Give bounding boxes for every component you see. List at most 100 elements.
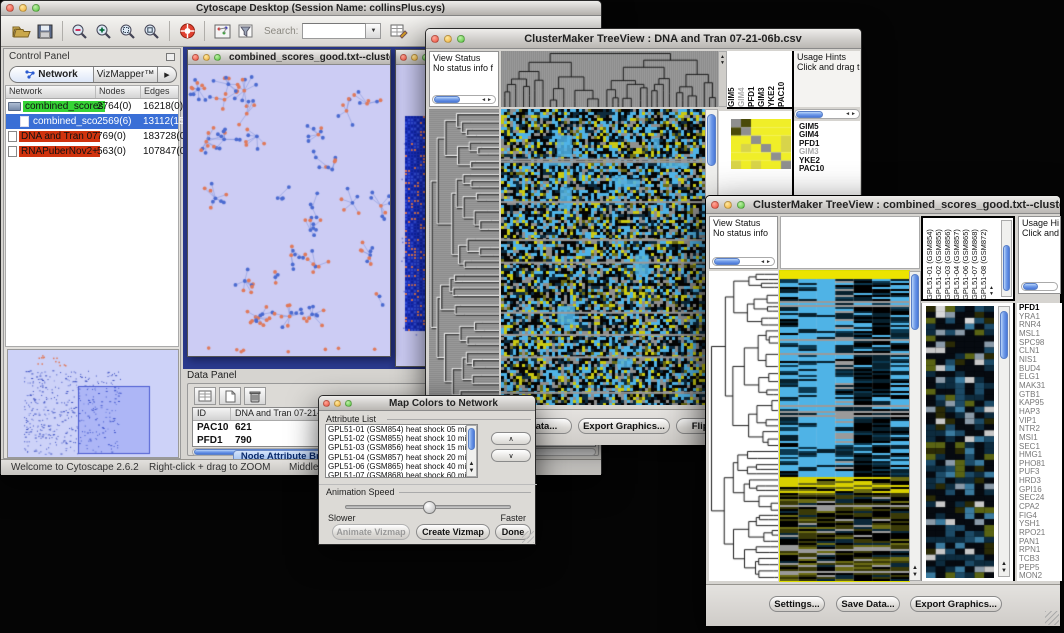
column-label[interactable]: YKE2	[767, 51, 777, 107]
column-label[interactable]: PFD1	[747, 51, 757, 107]
column-label[interactable]: GPL51-03 (GSM856)	[943, 219, 952, 300]
scroll-thumb[interactable]	[714, 258, 740, 265]
similarity-heatmap[interactable]	[731, 119, 791, 169]
column-label[interactable]: GPL51-08 (GSM872)	[979, 219, 988, 300]
settings-button[interactable]: Settings...	[769, 596, 825, 612]
scroll-thumb[interactable]	[1003, 245, 1010, 291]
resize-grip[interactable]	[1045, 611, 1059, 625]
zoom-window-icon[interactable]	[32, 4, 40, 12]
select-attributes-icon[interactable]	[194, 387, 216, 405]
tab-network[interactable]: Network	[10, 67, 94, 82]
column-labels-box[interactable]: GPL51-01 (GSM854)GPL51-02 (GSM855)GPL51-…	[921, 216, 1015, 301]
vscrollbar[interactable]: ▲▼	[998, 306, 1010, 577]
treeview2-titlebar[interactable]: ClusterMaker TreeView : combined_scores_…	[706, 196, 1060, 214]
hscrollbar[interactable]: ◄►	[794, 109, 860, 119]
open-session-button[interactable]	[9, 20, 33, 42]
save-data-button[interactable]: Save Data...	[836, 596, 900, 612]
scroll-arrows-icon[interactable]: ◄►	[845, 111, 859, 117]
zoom-window-icon[interactable]	[737, 201, 745, 209]
zoom-in-icon[interactable]	[92, 20, 116, 42]
resize-grip[interactable]	[522, 531, 534, 543]
gene-label[interactable]: MON2	[1019, 572, 1062, 581]
row-label[interactable]: PAC10	[799, 165, 860, 173]
scroll-thumb[interactable]	[1000, 311, 1008, 359]
column-labels[interactable]: GIM5GIM4PFD1GIM3YKE2PAC10	[727, 51, 792, 109]
scroll-arrows-icon[interactable]: ◄►	[481, 97, 495, 103]
attribute-item[interactable]: GPL51-06 (GSM865) heat shock 40 min	[326, 462, 477, 471]
scroll-arrows-icon[interactable]: ▲▼	[910, 565, 920, 579]
new-attribute-icon[interactable]	[219, 387, 241, 405]
network-row-rnapuber[interactable]: RNAPuberNov2+ 563(0) 107847(0)	[6, 144, 178, 159]
minimize-icon[interactable]	[444, 35, 452, 43]
animate-vizmap-button[interactable]: Animate Vizmap	[332, 524, 410, 540]
attribute-listbox[interactable]: GPL51-01 (GSM854) heat shock 05 minGPL51…	[325, 424, 478, 478]
delete-attribute-trash-icon[interactable]	[244, 387, 266, 405]
attribute-item[interactable]: GPL51-03 (GSM856) heat shock 15 min	[326, 443, 477, 452]
scroll-thumb[interactable]	[434, 96, 460, 103]
scroll-thumb[interactable]	[468, 428, 475, 450]
zoom-out-icon[interactable]	[68, 20, 92, 42]
close-icon[interactable]	[400, 54, 407, 61]
network-row-combined-scores[interactable]: combined_scores 2764(0) 16218(0)	[6, 99, 178, 114]
scroll-arrows-icon[interactable]: ▲▼	[999, 561, 1009, 575]
zoom-fit-icon[interactable]	[140, 20, 164, 42]
minimize-icon[interactable]	[334, 400, 341, 407]
heatmap-main[interactable]	[501, 109, 705, 405]
vscrollbar[interactable]	[1001, 220, 1012, 297]
tab-overflow-arrow[interactable]: ▶	[158, 67, 176, 82]
column-label[interactable]: GPL51-02 (GSM855)	[934, 219, 943, 300]
export-graphics-button[interactable]: Export Graphics...	[578, 418, 670, 434]
hscrollbar[interactable]: ◄►	[712, 257, 775, 266]
scroll-arrows-icon[interactable]: ◄►	[760, 259, 774, 265]
network-window-1-titlebar[interactable]: combined_scores_good.txt--cluste...	[188, 50, 390, 65]
column-label[interactable]: GIM4	[737, 51, 747, 107]
attribute-table-icon[interactable]	[387, 20, 411, 42]
column-label[interactable]: GPL51-04 (GSM857)	[952, 219, 961, 300]
attribute-item[interactable]: GPL51-07 (GSM868) heat shock 60 min	[326, 471, 477, 478]
dialog-titlebar[interactable]: Map Colors to Network	[319, 396, 535, 411]
zoom-window-icon[interactable]	[214, 54, 221, 61]
column-label[interactable]: GIM3	[757, 51, 767, 107]
network-overview-panel[interactable]	[7, 349, 179, 458]
gene-labels-list[interactable]: PFD1YRA1RNR4MSL1SPC98CLN1NIS1BUD4ELG1MAK…	[1017, 303, 1062, 581]
attribute-item[interactable]: GPL51-01 (GSM854) heat shock 05 min	[326, 425, 477, 434]
row-dendrogram[interactable]	[429, 109, 499, 405]
move-down-button[interactable]: ∨	[491, 449, 531, 462]
close-icon[interactable]	[323, 400, 330, 407]
filter-funnel-icon[interactable]	[234, 20, 258, 42]
network-view-canvas[interactable]	[188, 65, 390, 355]
column-label[interactable]: GPL51-01 (GSM854)	[925, 219, 934, 300]
row-dendrogram[interactable]	[709, 271, 778, 581]
close-icon[interactable]	[6, 4, 14, 12]
main-titlebar[interactable]: Cytoscape Desktop (Session Name: collins…	[1, 1, 601, 16]
heatmap-secondary[interactable]	[926, 306, 994, 578]
export-graphics-button[interactable]: Export Graphics...	[910, 596, 1002, 612]
scroll-thumb[interactable]	[911, 274, 919, 330]
column-label[interactable]: PAC10	[777, 51, 787, 107]
column-dendrogram[interactable]	[501, 51, 718, 107]
close-icon[interactable]	[711, 201, 719, 209]
treeview1-titlebar[interactable]: ClusterMaker TreeView : DNA and Tran 07-…	[426, 29, 861, 49]
hscrollbar[interactable]	[1021, 282, 1058, 291]
zoom-window-icon[interactable]	[457, 35, 465, 43]
column-label[interactable]: GPL51-07 (GSM868)	[970, 219, 979, 300]
heatmap-main[interactable]	[780, 271, 909, 581]
minimize-icon[interactable]	[203, 54, 210, 61]
column-label[interactable]: GPL51-06 (GSM865)	[961, 219, 970, 300]
network-row-combined-sco-selected[interactable]: combined_sco 2569(6) 13112(15)	[6, 114, 178, 129]
attribute-item[interactable]: GPL51-02 (GSM855) heat shock 10 min	[326, 434, 477, 443]
zoom-window-icon[interactable]	[345, 400, 352, 407]
search-input[interactable]	[302, 23, 366, 39]
vscrollbar[interactable]: ▲▼	[466, 425, 477, 477]
slider-thumb[interactable]	[423, 501, 436, 514]
column-label[interactable]: GIM5	[727, 51, 737, 107]
save-session-button[interactable]	[33, 20, 57, 42]
scroll-thumb[interactable]	[1023, 283, 1038, 290]
close-icon[interactable]	[431, 35, 439, 43]
search-dropdown-arrow[interactable]: ▼	[366, 23, 381, 39]
scroll-arrows-icon[interactable]: ▲▼	[467, 461, 476, 475]
create-vizmap-button[interactable]: Create Vizmap	[416, 524, 490, 540]
network-row-dna-tran[interactable]: DNA and Tran 07 769(0) 183728(0)	[6, 129, 178, 144]
move-up-button[interactable]: ∧	[491, 432, 531, 445]
scroll-thumb[interactable]	[707, 114, 716, 166]
